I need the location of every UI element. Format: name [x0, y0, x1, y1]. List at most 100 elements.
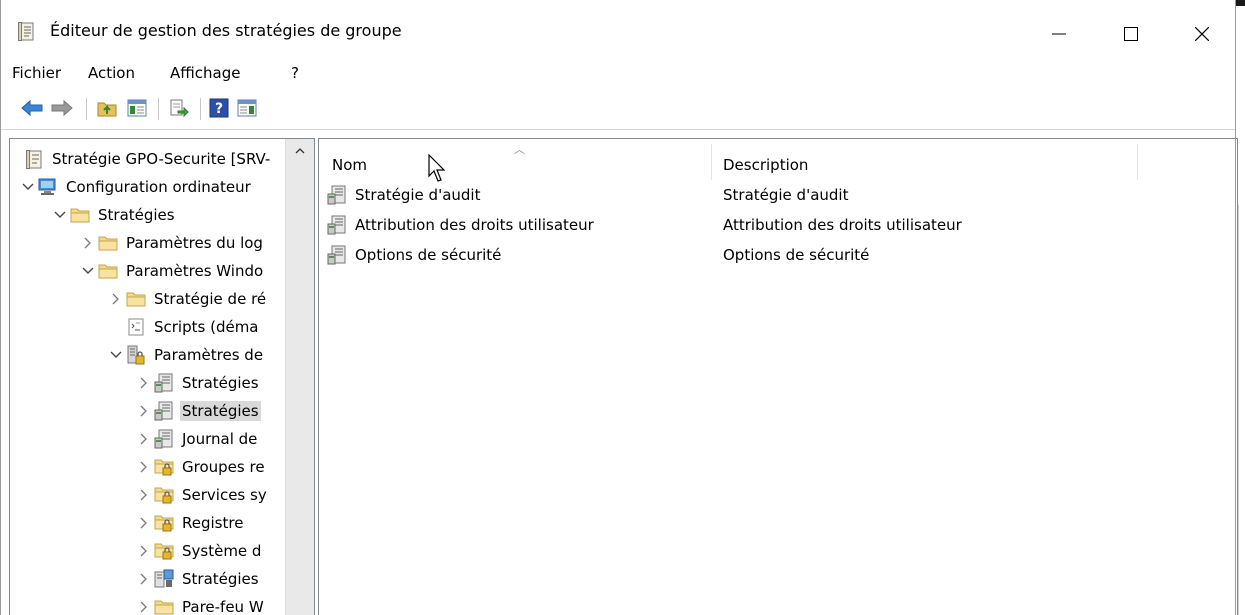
tree-node[interactable]: Stratégies [50, 201, 177, 229]
help-icon[interactable]: ? [208, 97, 230, 119]
folder-icon [154, 597, 174, 615]
tree-node[interactable]: Scripts (déma [106, 313, 261, 341]
computer-icon [38, 177, 58, 197]
expand-chevron-icon[interactable] [106, 345, 126, 365]
tree-node-label: Scripts (déma [154, 318, 259, 336]
collapse-chevron-icon[interactable] [78, 233, 98, 253]
collapse-chevron-icon[interactable] [134, 429, 154, 449]
window-title: Éditeur de gestion des stratégies de gro… [50, 21, 402, 40]
expand-chevron-icon[interactable] [78, 261, 98, 281]
forward-arrow-icon[interactable] [51, 97, 73, 119]
tree-node-label: Stratégies [180, 401, 261, 421]
gpo-editor-window: Éditeur de gestion des stratégies de gro… [0, 0, 1238, 615]
tree-node-label: Stratégie GPO-Securite [SRV- [52, 150, 271, 168]
tree-scrollbar[interactable] [285, 139, 314, 615]
expand-chevron-icon[interactable] [18, 177, 38, 197]
gpo-app-icon [18, 22, 35, 41]
security-settings-icon [126, 345, 146, 365]
menu-affichage[interactable]: Affichage [170, 64, 240, 82]
column-description[interactable]: Description [723, 139, 1137, 179]
column-nom-label: Nom [332, 156, 368, 174]
folder-icon [98, 261, 118, 281]
minimize-button[interactable] [1036, 14, 1082, 54]
tree-node[interactable]: Stratégies [134, 397, 261, 425]
menu-action[interactable]: Action [88, 64, 135, 82]
tree-node[interactable]: Pare-feu W [134, 593, 266, 615]
collapse-chevron-icon[interactable] [134, 597, 154, 615]
list-item-description: Options de sécurité [723, 246, 870, 264]
collapse-chevron-icon[interactable] [106, 289, 126, 309]
details-list[interactable]: ︿ Nom Description Stratégie d'audit Strat… [318, 138, 1238, 615]
tree-node-label: Stratégies [182, 374, 259, 392]
collapse-chevron-icon[interactable] [134, 457, 154, 477]
tree-node[interactable]: Paramètres du log [78, 229, 265, 257]
back-arrow-icon[interactable] [21, 97, 43, 119]
tree-node-label: Système d [182, 542, 262, 560]
locked-folder-icon [154, 485, 174, 505]
tree-node[interactable]: Configuration ordinateur [18, 173, 253, 201]
tree-node-label: Journal de [182, 430, 258, 448]
collapse-chevron-icon[interactable] [134, 485, 154, 505]
window-edge-right [1238, 205, 1245, 615]
policy-node-icon [154, 401, 174, 421]
tree-node[interactable]: Paramètres Windo [78, 257, 265, 285]
console-tree[interactable]: Stratégie GPO-Securite [SRV- Configuratio… [9, 138, 315, 615]
collapse-chevron-icon[interactable] [134, 401, 154, 421]
maximize-button[interactable] [1108, 14, 1154, 54]
show-action-pane-icon[interactable] [236, 97, 258, 119]
list-item-name: Attribution des droits utilisateur [355, 216, 594, 234]
tree-node[interactable]: Groupes re [134, 453, 267, 481]
tree-node-label: Paramètres de [154, 346, 264, 364]
policy-node-icon [327, 185, 347, 205]
locked-folder-icon [154, 541, 174, 561]
toolbar: ? [1, 92, 1235, 126]
menu-fichier[interactable]: Fichier [12, 64, 61, 82]
tree-node[interactable]: Stratégie de ré [106, 285, 268, 313]
export-list-icon[interactable] [168, 97, 190, 119]
column-description-label: Description [723, 156, 809, 174]
collapse-chevron-icon[interactable] [134, 373, 154, 393]
show-hide-tree-icon[interactable] [126, 97, 148, 119]
tree-node-label: Pare-feu W [182, 598, 264, 615]
policy-node-icon [327, 215, 347, 235]
script-icon [126, 317, 146, 337]
tree-node[interactable]: Journal de [134, 425, 259, 453]
tree-node[interactable]: Système d [134, 537, 263, 565]
tree-node-label: Paramètres du log [126, 234, 263, 252]
policy-node-icon [154, 429, 174, 449]
collapse-chevron-icon[interactable] [134, 569, 154, 589]
policy-node-icon [327, 245, 347, 265]
tree-node[interactable]: Stratégies [134, 369, 261, 397]
scroll-up-arrow-icon[interactable] [286, 139, 314, 163]
expand-chevron-icon[interactable] [50, 205, 70, 225]
folder-icon [98, 233, 118, 253]
tree-node[interactable]: Services sy [134, 481, 269, 509]
tree-node-label: Stratégie de ré [154, 290, 267, 308]
column-nom[interactable]: Nom [332, 139, 712, 179]
tree-node-label: Registre [182, 514, 244, 532]
policy-doc-icon [24, 149, 44, 169]
window-edge [1236, 0, 1245, 6]
collapse-chevron-icon[interactable] [134, 541, 154, 561]
tree-node-label: Configuration ordinateur [66, 178, 251, 196]
collapse-chevron-icon[interactable] [134, 513, 154, 533]
network-policy-icon [154, 569, 174, 589]
close-button[interactable] [1179, 14, 1225, 54]
tree-node[interactable]: Paramètres de [106, 341, 265, 369]
menu-help[interactable]: ? [291, 64, 299, 82]
tree-node[interactable]: Stratégie GPO-Securite [SRV- [10, 145, 272, 173]
list-item-name: Options de sécurité [355, 246, 502, 264]
title-bar[interactable]: Éditeur de gestion des stratégies de gro… [1, 0, 1235, 58]
list-item[interactable]: Attribution des droits utilisateur [327, 211, 594, 239]
tree-node-label: Stratégies [98, 206, 175, 224]
tree-node-label: Paramètres Windo [126, 262, 264, 280]
list-item[interactable]: Options de sécurité [327, 241, 501, 269]
up-folder-icon[interactable] [96, 97, 118, 119]
tree-node-label: Services sy [182, 486, 267, 504]
mouse-cursor-icon [428, 153, 450, 184]
tree-node[interactable]: Stratégies [134, 565, 261, 593]
tree-node[interactable]: Registre [134, 509, 245, 537]
list-item[interactable]: Stratégie d'audit [327, 181, 480, 209]
